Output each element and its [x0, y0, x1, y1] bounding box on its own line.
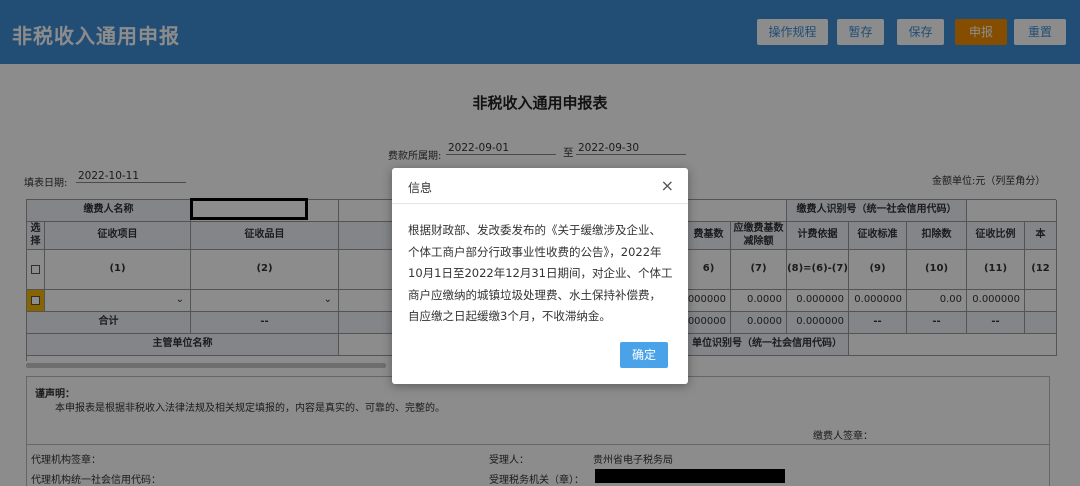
info-dialog: 信息 × 根据财政部、发改委发布的《关于缓缴涉及企业、 个体工商户部分行政事业性…	[392, 168, 688, 384]
dialog-message: 根据财政部、发改委发布的《关于缓缴涉及企业、 个体工商户部分行政事业性收费的公告…	[408, 220, 676, 328]
dialog-line: 自应缴之日起缓缴3个月，不收滞纳金。	[408, 309, 611, 323]
dialog-line: 根据财政部、发改委发布的《关于缓缴涉及企业、	[408, 223, 661, 237]
dialog-header: 信息 ×	[392, 168, 688, 204]
confirm-button[interactable]: 确定	[620, 342, 668, 368]
dialog-title: 信息	[408, 181, 433, 195]
close-icon[interactable]: ×	[661, 176, 674, 195]
dialog-line: 商户应缴纳的城镇垃圾处理费、水土保持补偿费，	[408, 287, 661, 302]
dialog-line: 10月1日至2022年12月31日期间，对企业、个体工	[408, 266, 673, 280]
dialog-line: 个体工商户部分行政事业性收费的公告》，2022年	[408, 244, 662, 259]
